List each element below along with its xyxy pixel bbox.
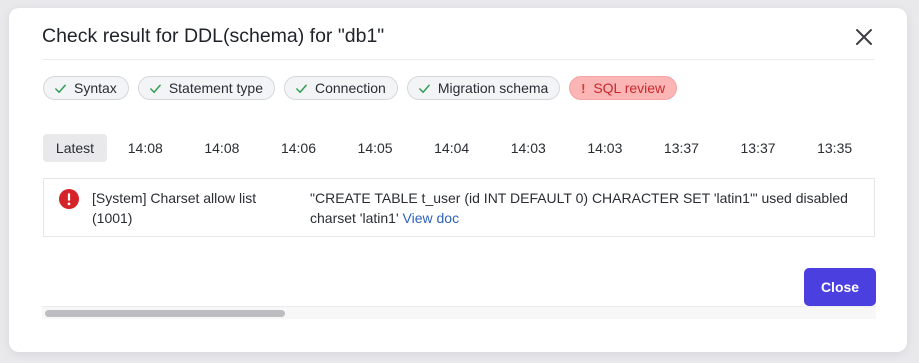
rule-title: [System] Charset allow list (1001) xyxy=(92,190,257,226)
check-history-timeline: Latest 14:08 14:08 14:06 14:05 14:04 14:… xyxy=(43,134,873,162)
chip-label: Migration schema xyxy=(437,80,549,96)
timeline-item[interactable]: 14:04 xyxy=(413,134,490,162)
chip-label: Connection xyxy=(314,80,386,96)
check-result-row: [System] Charset allow list (1001) "CREA… xyxy=(43,178,875,237)
header-divider xyxy=(42,59,875,60)
check-icon xyxy=(418,84,430,93)
close-icon[interactable] xyxy=(852,25,876,49)
chip-label: Syntax xyxy=(74,80,117,96)
scrollbar-thumb[interactable] xyxy=(45,310,285,317)
timeline-item[interactable]: 13:37 xyxy=(720,134,797,162)
close-button[interactable]: Close xyxy=(804,268,876,306)
timeline-item[interactable]: 14:08 xyxy=(184,134,261,162)
error-circle-icon xyxy=(59,189,79,209)
timeline-item[interactable]: 14:05 xyxy=(337,134,414,162)
chip-label: SQL review xyxy=(593,80,666,96)
view-doc-link[interactable]: View doc xyxy=(403,210,460,226)
check-result-dialog: Check result for DDL(schema) for "db1" S… xyxy=(9,8,907,352)
chip-connection[interactable]: Connection xyxy=(283,76,398,100)
chip-sql-review[interactable]: ! SQL review xyxy=(569,76,678,100)
timeline-item[interactable]: 14:08 xyxy=(107,134,184,162)
timeline-latest[interactable]: Latest xyxy=(43,134,107,162)
chip-migration-schema[interactable]: Migration schema xyxy=(406,76,561,100)
check-icon xyxy=(296,84,307,93)
chip-statement-type[interactable]: Statement type xyxy=(137,76,275,100)
check-chips: Syntax Statement type Connection Migrati… xyxy=(43,76,678,100)
timeline-item[interactable]: 14:03 xyxy=(567,134,644,162)
chip-label: Statement type xyxy=(168,80,263,96)
dialog-title: Check result for DDL(schema) for "db1" xyxy=(42,25,385,47)
rule-message: "CREATE TABLE t_user (id INT DEFAULT 0) … xyxy=(310,188,865,228)
horizontal-scrollbar[interactable] xyxy=(42,306,876,319)
timeline-item[interactable]: 13:35 xyxy=(796,134,873,162)
check-icon xyxy=(149,84,161,93)
check-icon xyxy=(55,84,66,93)
timeline-item[interactable]: 13:37 xyxy=(643,134,720,162)
timeline-item[interactable]: 14:03 xyxy=(490,134,567,162)
chip-syntax[interactable]: Syntax xyxy=(43,76,129,100)
timeline-item[interactable]: 14:06 xyxy=(260,134,337,162)
rule-message-text: "CREATE TABLE t_user (id INT DEFAULT 0) … xyxy=(310,190,848,226)
exclamation-icon: ! xyxy=(581,80,586,96)
